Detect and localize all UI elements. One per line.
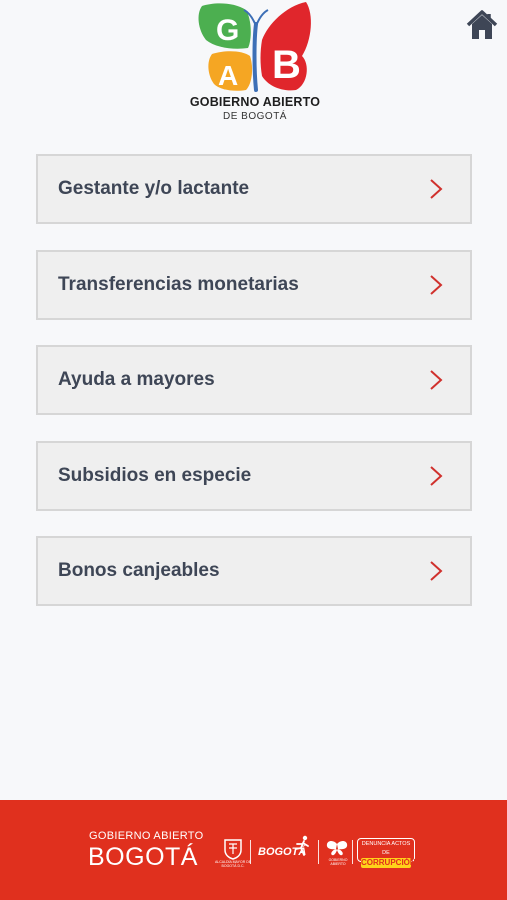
butterfly-logo-icon: G A B [198,2,311,92]
menu-item-label: Subsidios en especie [58,464,252,486]
city-seal-icon [224,839,242,860]
footer-city: BOGOTÁ [88,843,198,871]
footer-divider [318,840,319,864]
svg-text:A: A [218,60,238,91]
menu-item-label: Bonos canjeables [58,560,220,581]
seal-caption: ALCALDÍA MAYOR DE BOGOTÁ D.C. [214,860,252,868]
badge-bottom-text: CORRUPCIÓN [361,858,416,868]
badge-top-text: DENUNCIA ACTOS DE [361,841,411,856]
menu-item-gestante[interactable]: Gestante y/o lactante [36,154,472,224]
footer-bar: GOBIERNO ABIERTO BOGOTÁ ALCALDÍA MAYOR D… [0,800,507,900]
butterfly-small-icon [326,841,348,856]
chevron-right-icon [430,465,443,486]
menu-item-ayuda-mayores[interactable]: Ayuda a mayores [36,345,472,415]
menu-item-bonos[interactable]: Bonos canjeables [36,536,472,606]
logo-subtitle: DE BOGOTÁ [223,111,287,122]
menu-item-subsidios[interactable]: Subsidios en especie [36,440,472,511]
home-icon[interactable] [465,8,499,42]
app-header: G A B GOBIERNO ABIERTO DE BOGOTÁ [0,0,507,130]
footer-divider [352,840,353,864]
chevron-right-icon [430,561,443,581]
runner-icon [295,835,309,856]
menu-item-transferencias[interactable]: Transferencias monetarias [36,249,472,320]
butterfly-caption: GOBIERNO ABIERTO [328,858,348,866]
menu-item-label: Transferencias monetarias [58,273,299,295]
gobierno-abierto-logo: G A B GOBIERNO ABIERTO DE BOGOTÁ [180,0,330,130]
svg-text:G: G [216,14,239,47]
corruption-report-badge[interactable]: DENUNCIA ACTOS DE CORRUPCIÓN [357,838,416,868]
logo-title: GOBIERNO ABIERTO [189,95,321,109]
chevron-right-icon [430,274,443,295]
menu-item-label: Gestante y/o lactante [58,178,250,199]
chevron-right-icon [430,179,443,199]
chevron-right-icon [430,370,443,390]
footer-divider [250,840,251,864]
benefits-menu: Gestante y/o lactante Transferencias mon… [36,154,472,632]
menu-item-label: Ayuda a mayores [58,369,215,390]
svg-text:B: B [272,43,301,87]
footer-title: GOBIERNO ABIERTO [89,830,204,842]
